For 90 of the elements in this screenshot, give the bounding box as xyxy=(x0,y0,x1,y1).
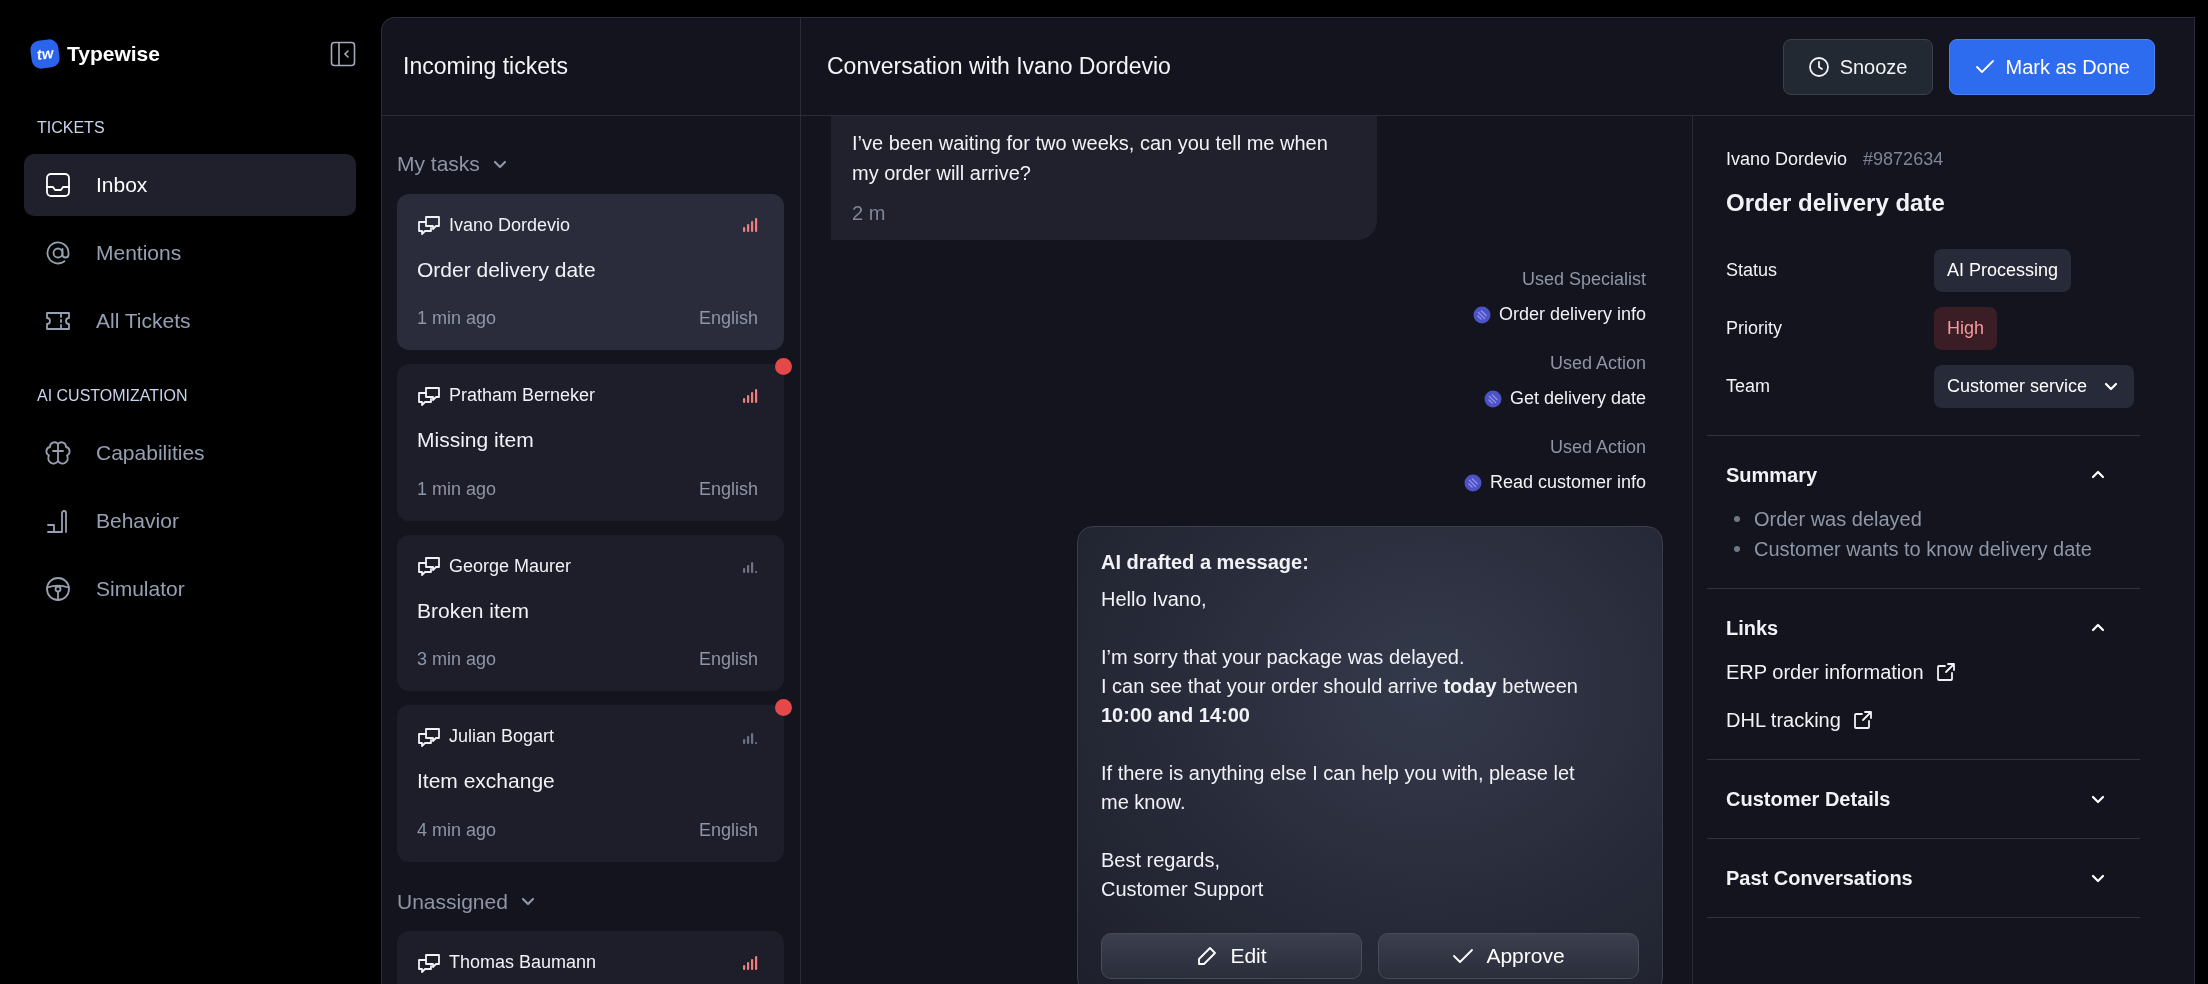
ticket-subject: Order delivery date xyxy=(1726,188,1946,218)
ticket-subject: Missing item xyxy=(417,427,535,453)
inbox-icon xyxy=(44,170,72,199)
chat-icon xyxy=(417,214,441,236)
ticket-time: 1 min ago xyxy=(417,307,497,330)
message-text: I’ve been waiting for two weeks, can you tell me when my order will arrive? xyxy=(852,131,1329,186)
sidebar-item[interactable]: Behavior xyxy=(24,489,356,552)
app-name: Typewise xyxy=(67,41,160,67)
clock-icon xyxy=(1807,55,1830,78)
draft-text: I can see that your order should arrive today between 10:00 and 14:00 xyxy=(1101,674,1579,728)
snooze-button[interactable]: Snooze xyxy=(1782,38,1933,95)
status-badge: AI Processing xyxy=(1934,248,2072,292)
edit-button[interactable]: Edit xyxy=(1101,933,1362,979)
brain-icon xyxy=(44,438,72,467)
tool-name: Order delivery info xyxy=(1498,303,1646,326)
tool-name: Get delivery date xyxy=(1509,387,1646,410)
sidebar-item[interactable]: Inbox xyxy=(24,153,356,216)
ticket-subject: Item exchange xyxy=(417,768,556,794)
approve-button[interactable]: Approve xyxy=(1378,933,1639,979)
section-heading: TICKETS xyxy=(36,117,106,138)
logo-icon: tw xyxy=(29,37,61,70)
chat-icon xyxy=(417,725,441,748)
field-label: Team xyxy=(1726,374,1771,398)
section-title: Links xyxy=(1726,616,1779,641)
sidebar-item[interactable]: All Tickets xyxy=(24,289,356,352)
ticket-time: 1 min ago xyxy=(417,477,497,501)
ticket-time: 4 min ago xyxy=(417,818,497,842)
tool-label: Used Action xyxy=(1549,436,1646,459)
group-heading: Unassigned xyxy=(397,888,508,915)
ticket-card[interactable]: Pratham Berneker Missing item 1 min ago English xyxy=(397,364,784,521)
ticket-language: English xyxy=(698,307,758,330)
tool-icon xyxy=(1463,473,1482,492)
draft-text: Best regards, xyxy=(1101,848,1221,873)
draft-title: AI drafted a message: xyxy=(1101,550,1310,575)
mark-done-button[interactable]: Mark as Done xyxy=(1948,38,2155,95)
bullet-icon xyxy=(1734,546,1740,552)
section-title: Customer Details xyxy=(1726,787,1891,812)
ticket-card[interactable]: Julian Bogart Item exchange 4 min ago English xyxy=(397,705,784,862)
draft-text: If there is anything else I can help you with, please let me know. xyxy=(1101,761,1576,815)
bullet-icon xyxy=(1734,516,1740,522)
team-dropdown[interactable]: Customer service xyxy=(1934,364,2135,408)
section-title: Past Conversations xyxy=(1726,866,1913,891)
ticket-language: English xyxy=(698,477,758,501)
customer-name: George Maurer xyxy=(449,554,573,578)
customer-name: Pratham Berneker xyxy=(449,384,597,407)
ticket-subject: Broken item xyxy=(417,597,531,624)
external-link[interactable]: DHL tracking xyxy=(1726,705,1873,735)
draft-text: Hello Ivano, xyxy=(1101,587,1208,612)
message-time: 2 m xyxy=(852,201,887,226)
ticket-language: English xyxy=(698,818,758,842)
ticket-card[interactable]: Ivano Dordevio Order delivery date 1 min ago English xyxy=(397,193,784,350)
customer-name: Ivano Dordevio xyxy=(449,213,572,237)
group-heading: My tasks xyxy=(397,151,480,177)
summary-item: Customer wants to know delivery date xyxy=(1754,537,2092,562)
pencil-icon xyxy=(1196,945,1219,967)
tool-icon xyxy=(1483,389,1502,408)
field-label: Priority xyxy=(1726,316,1783,340)
tool-label: Used Specialist xyxy=(1521,268,1646,291)
chat-icon xyxy=(417,384,441,407)
ticket-time: 3 min ago xyxy=(417,648,497,671)
priority-badge: High xyxy=(1934,306,1998,350)
steering-wheel-icon xyxy=(44,574,72,603)
panel-title: Incoming tickets xyxy=(403,52,568,82)
external-link-icon xyxy=(1852,710,1873,730)
customer-name: Thomas Baumann xyxy=(449,951,598,974)
chat-icon xyxy=(417,555,441,577)
external-link[interactable]: ERP order information xyxy=(1726,657,1956,687)
ticket-card[interactable]: Thomas Baumann xyxy=(397,931,784,984)
section-title: Summary xyxy=(1726,463,1818,488)
chat-icon xyxy=(417,951,441,974)
customer-name: Julian Bogart xyxy=(449,725,556,748)
ticket-language: English xyxy=(698,648,758,671)
conversation-title: Conversation with Ivano Dordevio xyxy=(827,52,1171,82)
ticket-card[interactable]: George Maurer Broken item 3 min ago English xyxy=(397,534,784,691)
sidebar-item[interactable]: Capabilities xyxy=(24,421,356,484)
tool-icon xyxy=(1472,305,1491,324)
draft-text: I’m sorry that your package was delayed. xyxy=(1101,645,1466,670)
tool-label: Used Action xyxy=(1549,352,1646,375)
section-heading: AI CUSTOMIZATION xyxy=(36,385,189,406)
sidebar-item[interactable]: Mentions xyxy=(24,221,356,284)
tool-name: Read customer info xyxy=(1489,471,1646,494)
field-label: Status xyxy=(1726,258,1779,282)
summary-item: Order was delayed xyxy=(1754,507,1922,532)
customer-name: Ivano Dordevio xyxy=(1726,148,1848,171)
external-link-icon xyxy=(1935,662,1956,682)
collapse-sidebar-icon[interactable] xyxy=(330,40,356,67)
ticket-subject: Order delivery date xyxy=(417,256,597,283)
draft-text: Customer Support xyxy=(1101,877,1265,902)
ticket-id: #9872634 xyxy=(1863,148,1944,171)
sidebar-item[interactable]: Simulator xyxy=(24,557,356,620)
